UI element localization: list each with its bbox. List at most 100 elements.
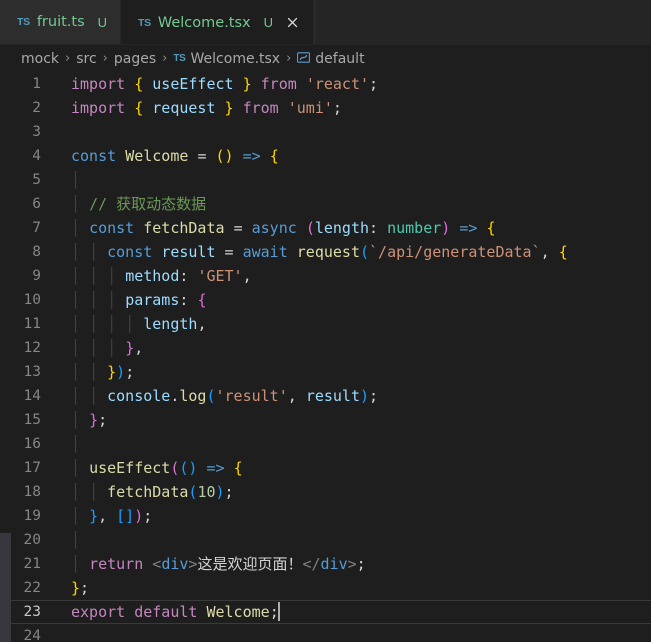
code-line-active[interactable]: 23 export default Welcome;: [11, 600, 651, 624]
code-line[interactable]: 3: [11, 120, 651, 144]
line-number: 7: [32, 220, 41, 236]
breadcrumb-label: src: [76, 50, 97, 67]
code-line[interactable]: 8 │ │ const result = await request(`/api…: [11, 240, 651, 264]
symbol-variable-icon: [297, 51, 311, 66]
code-line[interactable]: 11 │ │ │ │ length,: [11, 312, 651, 336]
code-text: };: [71, 579, 90, 597]
code-text: │ │ │ │ length,: [71, 315, 207, 333]
breadcrumb-label: default: [315, 50, 365, 67]
typescript-file-icon: TS: [17, 16, 30, 28]
breadcrumb: mock › src › pages › TS Welcome.tsx › de…: [0, 45, 651, 72]
code-line[interactable]: 10 │ │ │ params: {: [11, 288, 651, 312]
git-status-badge: U: [97, 14, 108, 30]
code-line[interactable]: 14 │ │ console.log('result', result);: [11, 384, 651, 408]
code-line[interactable]: 5 │: [11, 168, 651, 192]
code-line[interactable]: 22 };: [11, 576, 651, 600]
code-text: export default Welcome;: [71, 602, 280, 621]
tab-label: Welcome.tsx: [157, 14, 251, 31]
code-text: │ useEffect(() => {: [71, 459, 243, 477]
line-number: 12: [23, 340, 41, 356]
line-number: 21: [23, 556, 41, 572]
code-content[interactable]: 1 import { useEffect } from 'react'; 2 i…: [11, 72, 651, 642]
breadcrumb-item-default-symbol[interactable]: default: [297, 50, 365, 67]
code-line[interactable]: 12 │ │ │ },: [11, 336, 651, 360]
code-text: │ │ │ },: [71, 339, 144, 357]
breadcrumb-label: pages: [113, 50, 157, 67]
breadcrumb-item-pages[interactable]: pages: [114, 51, 156, 67]
line-number: 13: [23, 364, 41, 380]
code-line[interactable]: 18 │ │ fetchData(10);: [11, 480, 651, 504]
breadcrumb-label: mock: [21, 50, 60, 67]
breadcrumb-separator-icon: ›: [162, 51, 168, 66]
line-number: 6: [32, 196, 41, 212]
breadcrumb-item-welcome-tsx[interactable]: TS Welcome.tsx: [173, 51, 280, 67]
code-line[interactable]: 17 │ useEffect(() => {: [11, 456, 651, 480]
line-number: 4: [32, 148, 41, 164]
breadcrumb-item-src[interactable]: src: [76, 51, 96, 67]
tab-bar-empty-space: [314, 0, 651, 44]
code-line[interactable]: 19 │ }, []);: [11, 504, 651, 528]
tab-label: fruit.ts: [36, 14, 85, 30]
code-text: │: [71, 531, 81, 549]
breadcrumb-label: Welcome.tsx: [190, 50, 281, 67]
code-text: │ │ const result = await request(`/api/g…: [71, 243, 568, 261]
breadcrumb-separator-icon: ›: [286, 51, 292, 66]
editor-tab-bar: TS fruit.ts U TS Welcome.tsx U: [0, 0, 651, 45]
text-cursor: [277, 602, 280, 621]
code-text: │ │ │ method: 'GET',: [71, 267, 252, 285]
line-number: 2: [32, 100, 41, 116]
code-text: │ │ console.log('result', result);: [71, 387, 379, 405]
code-text: │ const fetchData = async (length: numbe…: [71, 219, 496, 237]
editor-vertical-scrollbar[interactable]: [0, 72, 11, 642]
tab-welcome-tsx[interactable]: TS Welcome.tsx U: [121, 0, 315, 44]
line-number: 18: [23, 484, 41, 500]
code-line[interactable]: 24: [11, 624, 651, 642]
code-text: import { useEffect } from 'react';: [71, 75, 379, 93]
code-line[interactable]: 6 │ // 获取动态数据: [11, 192, 651, 216]
code-line[interactable]: 9 │ │ │ method: 'GET',: [11, 264, 651, 288]
code-text: │ // 获取动态数据: [71, 195, 207, 213]
typescript-react-file-icon: TS: [173, 53, 186, 64]
code-text: import { request } from 'umi';: [71, 99, 342, 117]
line-number: 10: [23, 292, 41, 308]
line-number: 22: [23, 580, 41, 596]
code-line[interactable]: 13 │ │ });: [11, 360, 651, 384]
code-line[interactable]: 4 const Welcome = () => {: [11, 144, 651, 168]
line-number: 14: [23, 388, 41, 404]
line-number: 23: [23, 604, 41, 620]
code-text: │ return <div>这是欢迎页面！</div>;: [71, 555, 366, 573]
code-editor[interactable]: 1 import { useEffect } from 'react'; 2 i…: [0, 72, 651, 642]
line-number: 1: [32, 76, 41, 92]
breadcrumb-separator-icon: ›: [102, 51, 108, 66]
code-line[interactable]: 1 import { useEffect } from 'react';: [11, 72, 651, 96]
code-line[interactable]: 16 │: [11, 432, 651, 456]
line-number: 15: [23, 412, 41, 428]
scrollbar-thumb[interactable]: [0, 533, 11, 642]
code-line[interactable]: 2 import { request } from 'umi';: [11, 96, 651, 120]
line-number: 20: [23, 532, 41, 548]
line-number: 17: [23, 460, 41, 476]
line-number: 11: [23, 316, 41, 332]
code-line[interactable]: 15 │ };: [11, 408, 651, 432]
line-number: 5: [32, 172, 41, 188]
git-status-badge: U: [263, 15, 274, 30]
code-line[interactable]: 20 │: [11, 528, 651, 552]
line-number: 3: [32, 124, 41, 140]
code-text: │: [71, 435, 81, 453]
line-number: 19: [23, 508, 41, 524]
code-text: │ │ });: [71, 363, 135, 381]
typescript-react-file-icon: TS: [138, 16, 151, 29]
code-text: │ };: [71, 411, 108, 429]
code-line[interactable]: 7 │ const fetchData = async (length: num…: [11, 216, 651, 240]
code-line[interactable]: 21 │ return <div>这是欢迎页面！</div>;: [11, 552, 651, 576]
close-icon[interactable]: [284, 15, 300, 31]
line-number: 9: [32, 268, 41, 284]
code-text: │: [71, 171, 81, 189]
code-text: │ │ fetchData(10);: [71, 483, 234, 501]
code-text: │ }, []);: [71, 507, 153, 525]
tab-fruit-ts[interactable]: TS fruit.ts U: [0, 0, 122, 44]
breadcrumb-item-mock[interactable]: mock: [21, 51, 59, 67]
vscode-window: TS fruit.ts U TS Welcome.tsx U mock › sr…: [0, 0, 651, 642]
code-text: │ │ │ params: {: [71, 291, 207, 309]
line-number: 24: [23, 628, 41, 642]
